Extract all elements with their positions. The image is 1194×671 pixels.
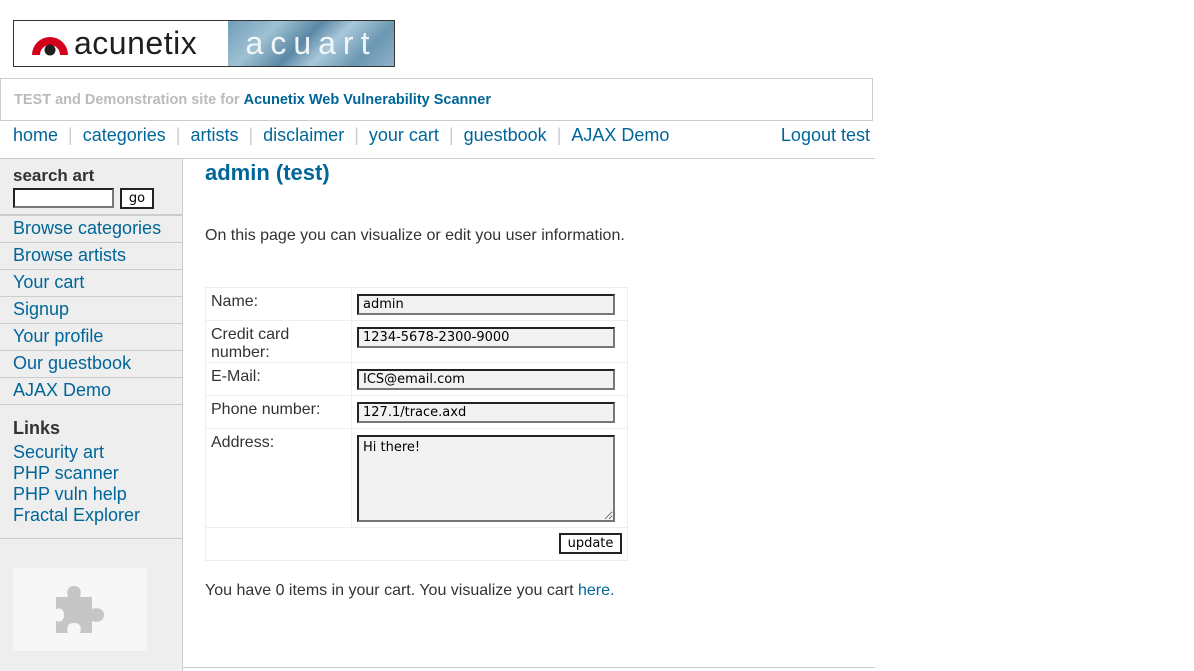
nav-categories[interactable]: categories (83, 125, 166, 146)
sidebar-item-our-guestbook: Our guestbook (0, 351, 182, 378)
global-nav: home | categories | artists | disclaimer… (0, 123, 875, 159)
site-tagline: TEST and Demonstration site for Acunetix… (0, 78, 873, 121)
search-box: search art go (0, 159, 182, 216)
nav-separator: | (354, 125, 359, 145)
link-fractal-explorer[interactable]: Fractal Explorer (13, 505, 140, 526)
sidebar-item-your-profile: Your profile (0, 324, 182, 351)
search-input[interactable] (13, 188, 114, 208)
user-info-form: Name: Credit card number: E-Mail: Phone … (205, 287, 628, 561)
credit-card-input[interactable] (357, 327, 615, 348)
nav-separator: | (248, 125, 254, 145)
nav-artists[interactable]: artists (190, 125, 238, 146)
nav-ajax-demo[interactable]: AJAX Demo (571, 125, 669, 146)
sidebar-link-your-profile[interactable]: Your profile (13, 326, 103, 347)
nav-separator: | (68, 125, 73, 145)
nav-home[interactable]: home (13, 125, 58, 146)
intro-text: On this page you can visualize or edit y… (205, 227, 625, 244)
nav-separator: | (556, 125, 562, 145)
phone-input[interactable] (357, 402, 615, 423)
sidebar-link-signup[interactable]: Signup (13, 299, 69, 320)
cart-summary-text: You have 0 items in your cart. You visua… (205, 582, 578, 599)
phone-label: Phone number: (205, 395, 352, 429)
sidebar-divider (0, 538, 182, 539)
tagline-prefix: TEST and Demonstration site for (14, 91, 244, 108)
acuart-banner: acuart (228, 21, 394, 66)
credit-card-label: Credit card number: (205, 320, 352, 363)
nav-disclaimer[interactable]: disclaimer (263, 125, 344, 146)
address-textarea[interactable]: Hi there! (357, 435, 615, 522)
site-logo[interactable]: acunetix acuart (13, 20, 395, 67)
sidebar: search art go Browse categories Browse a… (0, 159, 183, 671)
nav-guestbook[interactable]: guestbook (464, 125, 547, 146)
cart-summary: You have 0 items in your cart. You visua… (205, 582, 614, 600)
search-label: search art (13, 166, 95, 185)
sidebar-item-ajax-demo: AJAX Demo (0, 378, 182, 405)
cart-here-link[interactable]: here. (578, 582, 614, 599)
address-label: Address: (205, 428, 352, 528)
nav-your-cart[interactable]: your cart (369, 125, 439, 146)
footer-divider (183, 667, 875, 668)
acunetix-logo: acunetix (14, 21, 228, 66)
sidebar-item-your-cart: Your cart (0, 270, 182, 297)
update-button[interactable]: update (559, 533, 622, 554)
name-input[interactable] (357, 294, 615, 315)
nav-separator: | (448, 125, 454, 145)
link-php-vuln-help[interactable]: PHP vuln help (13, 484, 127, 505)
sidebar-item-browse-categories: Browse categories (0, 216, 182, 243)
sidebar-link-our-guestbook[interactable]: Our guestbook (13, 353, 131, 374)
sidebar-item-signup: Signup (0, 297, 182, 324)
sidebar-item-browse-artists: Browse artists (0, 243, 182, 270)
email-input[interactable] (357, 369, 615, 390)
logout-link[interactable]: Logout test (781, 125, 870, 146)
links-heading: Links (13, 418, 61, 438)
sidebar-link-ajax-demo[interactable]: AJAX Demo (13, 380, 111, 401)
sidebar-link-browse-categories[interactable]: Browse categories (13, 218, 161, 239)
tagline-product-link[interactable]: Acunetix Web Vulnerability Scanner (244, 92, 491, 108)
link-security-art[interactable]: Security art (13, 442, 104, 463)
email-label: E-Mail: (205, 362, 352, 396)
acunetix-mark-icon (32, 36, 68, 55)
acunetix-wordmark: acunetix (74, 25, 198, 61)
page-title: admin (test) (205, 160, 330, 185)
link-php-scanner[interactable]: PHP scanner (13, 463, 119, 484)
nav-separator: | (175, 125, 181, 145)
sidebar-link-browse-artists[interactable]: Browse artists (13, 245, 126, 266)
puzzle-icon (56, 585, 104, 633)
plugin-placeholder (13, 568, 147, 651)
sidebar-link-your-cart[interactable]: Your cart (13, 272, 84, 293)
name-label: Name: (205, 287, 352, 321)
search-go-button[interactable]: go (120, 188, 154, 209)
acuart-wordmark: acuart (245, 25, 377, 61)
